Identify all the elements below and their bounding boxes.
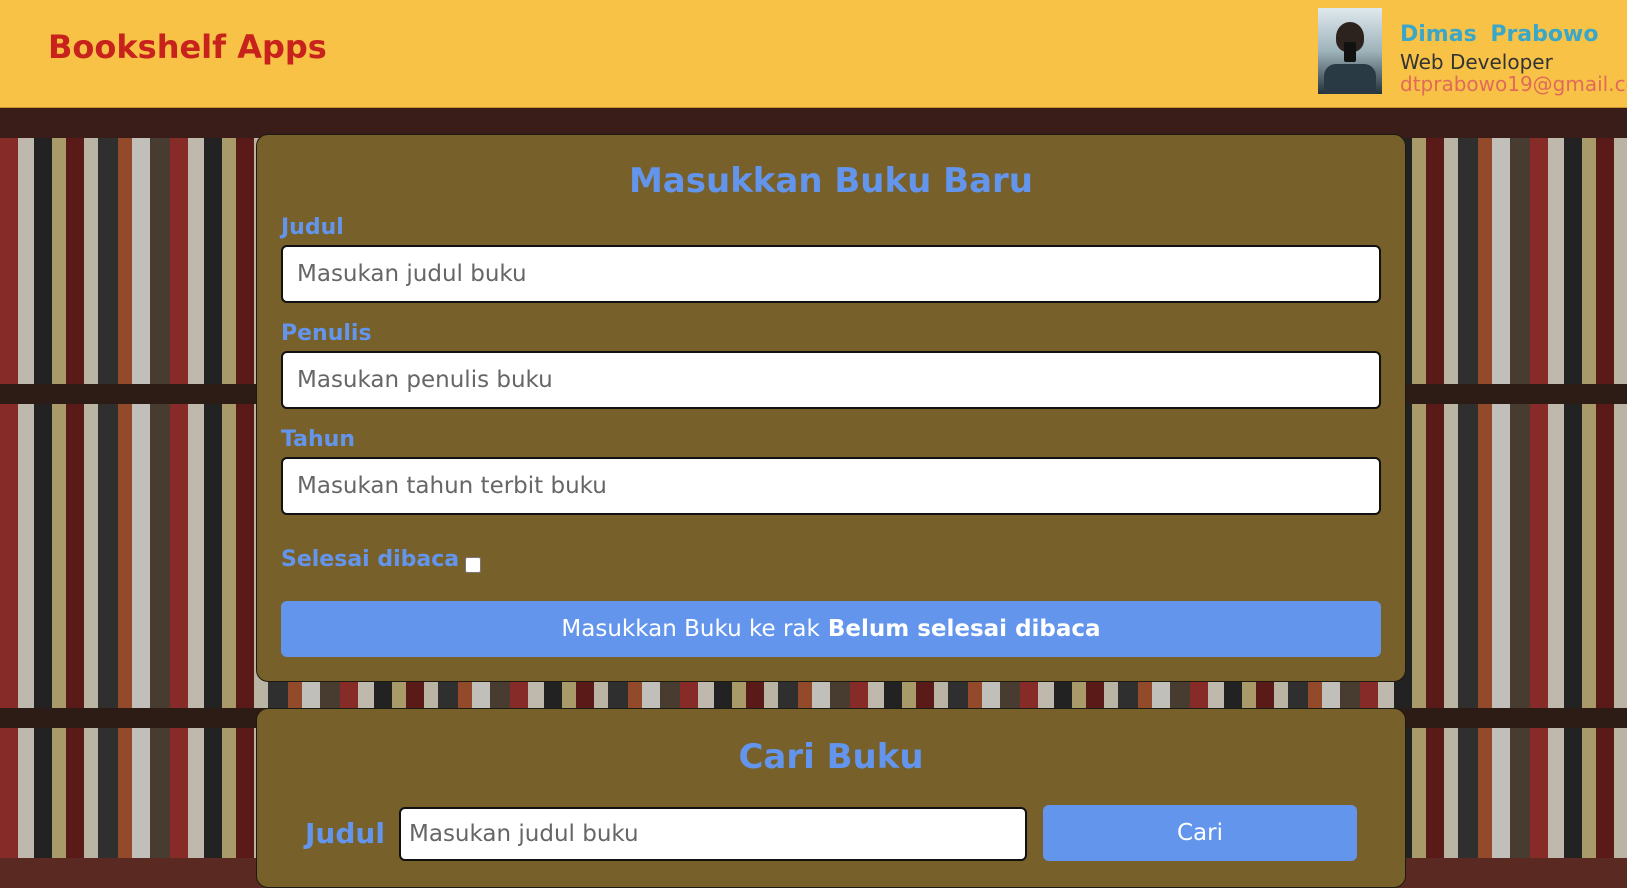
profile-role: Web Developer — [1400, 50, 1553, 74]
completed-checkbox[interactable] — [465, 557, 481, 573]
year-input[interactable] — [281, 457, 1381, 515]
search-title-input[interactable] — [399, 807, 1027, 861]
search-title-label: Judul — [305, 817, 385, 850]
title-label: Judul — [281, 215, 344, 240]
year-label: Tahun — [281, 427, 356, 452]
search-book-card: Cari Buku Judul Cari — [256, 708, 1406, 888]
search-book-title: Cari Buku — [738, 737, 924, 777]
title-input[interactable] — [281, 245, 1381, 303]
add-book-title: Masukkan Buku Baru — [628, 161, 1034, 201]
search-button[interactable]: Cari — [1043, 805, 1357, 861]
app-brand: Bookshelf Apps — [48, 28, 327, 66]
author-input[interactable] — [281, 351, 1381, 409]
avatar — [1318, 8, 1382, 94]
app-header: Bookshelf Apps Dimas Prabowo Web Develop… — [0, 0, 1627, 108]
profile-email[interactable]: dtprabowo19@gmail.com — [1400, 72, 1627, 96]
profile-name: Dimas Prabowo — [1400, 22, 1599, 47]
add-book-button-shelf: Belum selesai dibaca — [827, 616, 1101, 642]
add-book-button-prefix: Masukkan Buku ke rak — [561, 616, 820, 642]
add-book-card: Masukkan Buku Baru Judul Penulis Tahun S… — [256, 134, 1406, 682]
author-label: Penulis — [281, 321, 372, 346]
completed-label: Selesai dibaca — [281, 547, 460, 572]
add-book-button[interactable]: Masukkan Buku ke rak Belum selesai dibac… — [281, 601, 1381, 657]
